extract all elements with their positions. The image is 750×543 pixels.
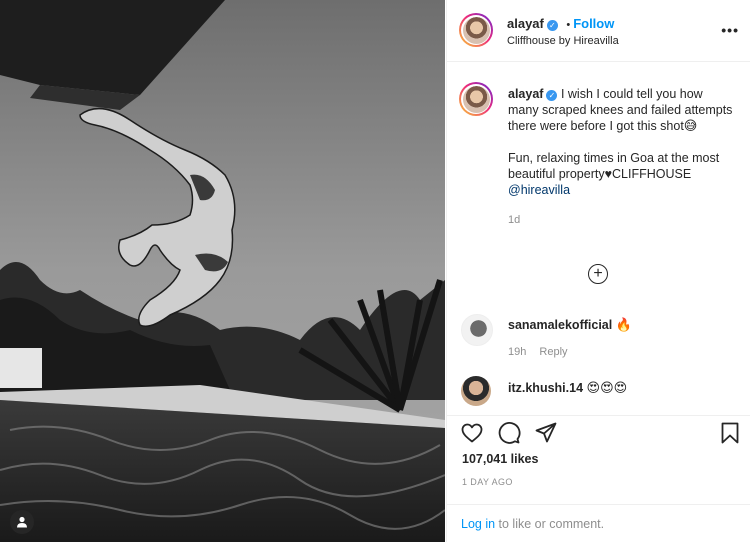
reply-button[interactable]: Reply	[539, 346, 567, 358]
heart-icon	[461, 423, 483, 443]
caption: alayaf ✓ I wish I could tell you how many…	[508, 86, 733, 228]
commenter-avatar[interactable]	[461, 376, 491, 406]
photo-illustration	[0, 0, 445, 542]
dot-separator: •	[566, 19, 571, 31]
caption-emoji: 😅	[683, 118, 698, 133]
comment-username[interactable]: itz.khushi.14	[508, 381, 583, 395]
author-username[interactable]: alayaf	[507, 16, 544, 31]
like-count[interactable]: 107,041 likes	[462, 452, 538, 466]
caption-time[interactable]: 1d	[508, 212, 733, 228]
bookmark-icon	[721, 422, 739, 444]
caption-mention[interactable]: @hireavilla	[508, 182, 733, 198]
user-tag-icon	[17, 516, 27, 528]
verified-icon: ✓	[546, 20, 558, 31]
comment-text: 🔥	[615, 317, 632, 332]
caption-avatar[interactable]	[459, 82, 493, 116]
post-side-panel: alayaf ✓ • Follow Cliffhouse by Hireavilla…	[446, 0, 750, 542]
comment-text: 😍😍😍	[586, 380, 628, 395]
user-tag-button[interactable]	[10, 510, 34, 534]
login-prompt: Log in to like or comment.	[447, 504, 750, 543]
more-options-button[interactable]: •••	[721, 22, 739, 38]
caption-text-2: Fun, relaxing times in Goa at the most b…	[508, 151, 720, 181]
login-prompt-text: to like or comment.	[495, 517, 605, 531]
like-button[interactable]	[459, 420, 485, 446]
comment-button[interactable]	[496, 420, 522, 446]
add-circle-icon: +	[593, 265, 603, 282]
comments-area[interactable]: alayaf ✓ I wish I could tell you how many…	[447, 62, 750, 415]
share-button[interactable]	[533, 420, 559, 446]
save-button[interactable]	[717, 420, 743, 446]
follow-button[interactable]: Follow	[573, 16, 614, 31]
login-link[interactable]: Log in	[461, 517, 495, 531]
load-more-comments-button[interactable]: +	[588, 264, 608, 284]
post-location[interactable]: Cliffhouse by Hireavilla	[507, 35, 619, 47]
post-actions: 107,041 likes 1 DAY AGO Log in to like o…	[447, 415, 750, 542]
post-date[interactable]: 1 DAY AGO	[462, 477, 513, 487]
post-header: alayaf ✓ • Follow Cliffhouse by Hireavilla…	[447, 0, 750, 62]
comment-icon	[498, 422, 521, 444]
post-photo[interactable]	[0, 0, 445, 542]
commenter-avatar[interactable]	[461, 314, 493, 346]
caption-username[interactable]: alayaf	[508, 87, 543, 101]
verified-icon: ✓	[546, 90, 558, 101]
author-avatar[interactable]	[459, 13, 493, 47]
comment-username[interactable]: sanamalekofficial	[508, 318, 612, 332]
share-icon	[535, 422, 557, 443]
comment-time[interactable]: 19h	[508, 346, 526, 358]
